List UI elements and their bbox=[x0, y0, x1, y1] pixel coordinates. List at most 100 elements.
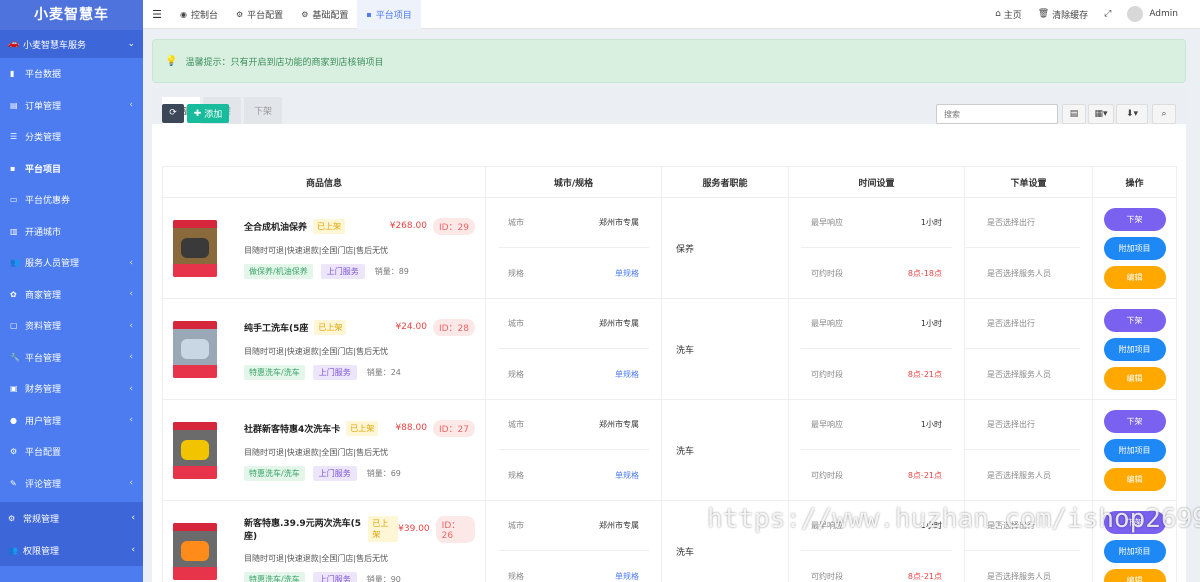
col-goods-info: 商品信息 bbox=[162, 166, 486, 198]
add-item-button[interactable]: 附加项目 bbox=[1103, 438, 1166, 462]
category-tag: 特惠洗车/洗车 bbox=[244, 465, 305, 481]
fullscreen-icon[interactable]: ⤢ bbox=[1096, 9, 1119, 19]
sidebar-item-6[interactable]: 👥 服务人员管理 ‹ bbox=[0, 247, 143, 279]
product-desc: 目随时可退|快速退款|全国门店|售后无忧 bbox=[244, 447, 389, 457]
edit-button[interactable]: 编辑 bbox=[1103, 366, 1166, 390]
sales-value: 24 bbox=[390, 367, 401, 377]
sales-count: 销量：24 bbox=[367, 367, 401, 378]
chevron-left-icon: ‹ bbox=[129, 478, 133, 489]
user-menu[interactable]: Admin bbox=[1119, 6, 1186, 22]
product-thumbnail[interactable] bbox=[173, 522, 217, 580]
sidebar-item-label: 权限管理 bbox=[23, 546, 60, 557]
product-price: ¥88.00 bbox=[395, 423, 427, 433]
tab-basic-config[interactable]: ⚙ 基础配置 bbox=[292, 0, 357, 29]
slot-label: 可约时段 bbox=[811, 369, 843, 379]
city-spec-cell: 城市 郑州市专属 规格 单规格 bbox=[485, 298, 662, 400]
chart-icon: ▮ bbox=[10, 69, 15, 79]
sidebar-item-3[interactable]: ▪ 平台项目 bbox=[0, 153, 143, 185]
refresh-icon: ⟳ bbox=[169, 108, 177, 118]
folder-icon: ▢ bbox=[10, 321, 18, 331]
thumbnail-banner bbox=[173, 320, 217, 329]
city-label: 城市 bbox=[508, 319, 524, 328]
add-item-button[interactable]: 附加项目 bbox=[1103, 539, 1166, 563]
spec-value[interactable]: 单规格 bbox=[615, 470, 639, 481]
city-label: 城市 bbox=[508, 521, 524, 530]
menu-toggle-icon[interactable]: ☰ bbox=[143, 8, 171, 21]
tab-off-shelf[interactable]: 下架 bbox=[244, 97, 283, 124]
slot-value: 8点-21点 bbox=[907, 470, 942, 480]
home-link[interactable]: ⌂ 主页 bbox=[987, 8, 1030, 21]
add-item-button[interactable]: 附加项目 bbox=[1103, 337, 1166, 361]
status-badge: 已上架 bbox=[346, 420, 379, 436]
time-cell: 最早响应 1小时 可约时段 8点-21点 bbox=[788, 500, 965, 582]
product-thumbnail[interactable] bbox=[173, 320, 217, 378]
order-cell: 是否选择出行 是否选择服务人员 bbox=[964, 399, 1093, 501]
product-name: 社群新客特惠4次洗车卡 bbox=[244, 424, 341, 435]
sidebar-item-13[interactable]: ✎ 评论管理 ‹ bbox=[0, 468, 143, 500]
take-down-button[interactable]: 下架 bbox=[1103, 207, 1166, 231]
product-desc: 目随时可退|快速退款|全国门店|售后无忧 bbox=[244, 553, 389, 563]
take-down-button[interactable]: 下架 bbox=[1103, 510, 1166, 534]
goods-title-line: 全合成机油保养 已上架 ¥268.00 ID：29 bbox=[244, 217, 475, 235]
tab-platform-config[interactable]: ⚙ 平台配置 bbox=[227, 0, 292, 29]
sidebar-item-10[interactable]: ▣ 财务管理 ‹ bbox=[0, 373, 143, 405]
tab-dashboard[interactable]: ◉ 控制台 bbox=[171, 0, 227, 29]
dashboard-icon: ◉ bbox=[180, 9, 187, 19]
advanced-search-button[interactable]: ⌕ bbox=[1152, 104, 1176, 124]
slot-row: 可约时段 8点-21点 bbox=[801, 349, 952, 399]
columns-button[interactable]: ▦▾ bbox=[1088, 104, 1114, 124]
edit-button[interactable]: 编辑 bbox=[1103, 265, 1166, 289]
clear-cache-button[interactable]: 🗑 清除缓存 bbox=[1030, 8, 1096, 21]
product-id: ID：27 bbox=[432, 419, 475, 437]
take-down-button[interactable]: 下架 bbox=[1103, 308, 1166, 332]
earliest-value: 1小时 bbox=[920, 218, 942, 227]
spec-value[interactable]: 单规格 bbox=[615, 268, 639, 279]
sidebar-item-1[interactable]: ▤ 订单管理 ‹ bbox=[0, 90, 143, 122]
service-cell: 保养 bbox=[661, 197, 789, 299]
sidebar-item-2[interactable]: ☰ 分类管理 bbox=[0, 121, 143, 153]
slot-label: 可约时段 bbox=[811, 470, 843, 480]
city-value: 郑州市专属 bbox=[599, 218, 639, 227]
sidebar-item-permissions[interactable]: 👥 权限管理 ‹ bbox=[0, 534, 143, 566]
earliest-label: 最早响应 bbox=[811, 521, 843, 530]
sidebar-item-9[interactable]: 🔧 平台管理 ‹ bbox=[0, 342, 143, 374]
city-spec-cell: 城市 郑州市专属 规格 单规格 bbox=[485, 197, 662, 299]
actions-cell: 下架 附加项目 编辑 bbox=[1092, 500, 1177, 582]
take-down-button[interactable]: 下架 bbox=[1103, 409, 1166, 433]
slot-value: 8点-21点 bbox=[907, 571, 942, 581]
sidebar-item-8[interactable]: ▢ 资料管理 ‹ bbox=[0, 310, 143, 342]
sidebar-group-service[interactable]: 🚗 小麦智慧车服务 ⌄ bbox=[0, 30, 143, 58]
user-icon: ● bbox=[10, 415, 17, 425]
car-image bbox=[181, 540, 209, 561]
search-icon: ⌕ bbox=[1161, 109, 1167, 119]
sidebar-item-4[interactable]: ▭ 平台优惠券 bbox=[0, 184, 143, 216]
sidebar-item-12[interactable]: ⚙ 平台配置 bbox=[0, 436, 143, 468]
order-cell: 是否选择出行 是否选择服务人员 bbox=[964, 500, 1093, 582]
chevron-down-icon: ⌄ bbox=[127, 39, 135, 49]
spec-value[interactable]: 单规格 bbox=[615, 369, 639, 380]
add-button[interactable]: ✚ 添加 bbox=[187, 104, 229, 123]
sidebar-item-5[interactable]: ▥ 开通城市 bbox=[0, 216, 143, 248]
edit-button[interactable]: 编辑 bbox=[1103, 467, 1166, 491]
car-image bbox=[181, 237, 209, 258]
sales-prefix: 销量： bbox=[366, 574, 391, 582]
sidebar-item-0[interactable]: ▮ 平台数据 bbox=[0, 58, 143, 90]
sidebar-item-label: 平台配置 bbox=[25, 448, 62, 459]
thumbnail-banner bbox=[173, 421, 217, 430]
product-thumbnail[interactable] bbox=[173, 219, 217, 277]
add-item-button[interactable]: 附加项目 bbox=[1103, 236, 1166, 260]
refresh-button[interactable]: ⟳ bbox=[162, 104, 184, 123]
toggle-view-button[interactable]: ▤ bbox=[1062, 104, 1086, 124]
goods-tags: 特惠洗车/洗车 上门服务 销量：24 bbox=[244, 364, 475, 380]
car-image bbox=[181, 439, 209, 460]
sidebar-item-7[interactable]: ✿ 商家管理 ‹ bbox=[0, 279, 143, 311]
sidebar-item-label: 用户管理 bbox=[25, 416, 62, 427]
sidebar-item-11[interactable]: ● 用户管理 ‹ bbox=[0, 405, 143, 437]
edit-button[interactable]: 编辑 bbox=[1103, 568, 1166, 582]
product-thumbnail[interactable] bbox=[173, 421, 217, 479]
tab-platform-projects[interactable]: ▪ 平台项目 bbox=[357, 0, 421, 29]
spec-value[interactable]: 单规格 bbox=[615, 571, 639, 582]
search-input[interactable] bbox=[936, 104, 1058, 124]
sidebar-item-routine[interactable]: ⚙ 常规管理 ‹ bbox=[0, 502, 143, 534]
export-button[interactable]: ⬇▾ bbox=[1116, 104, 1148, 124]
